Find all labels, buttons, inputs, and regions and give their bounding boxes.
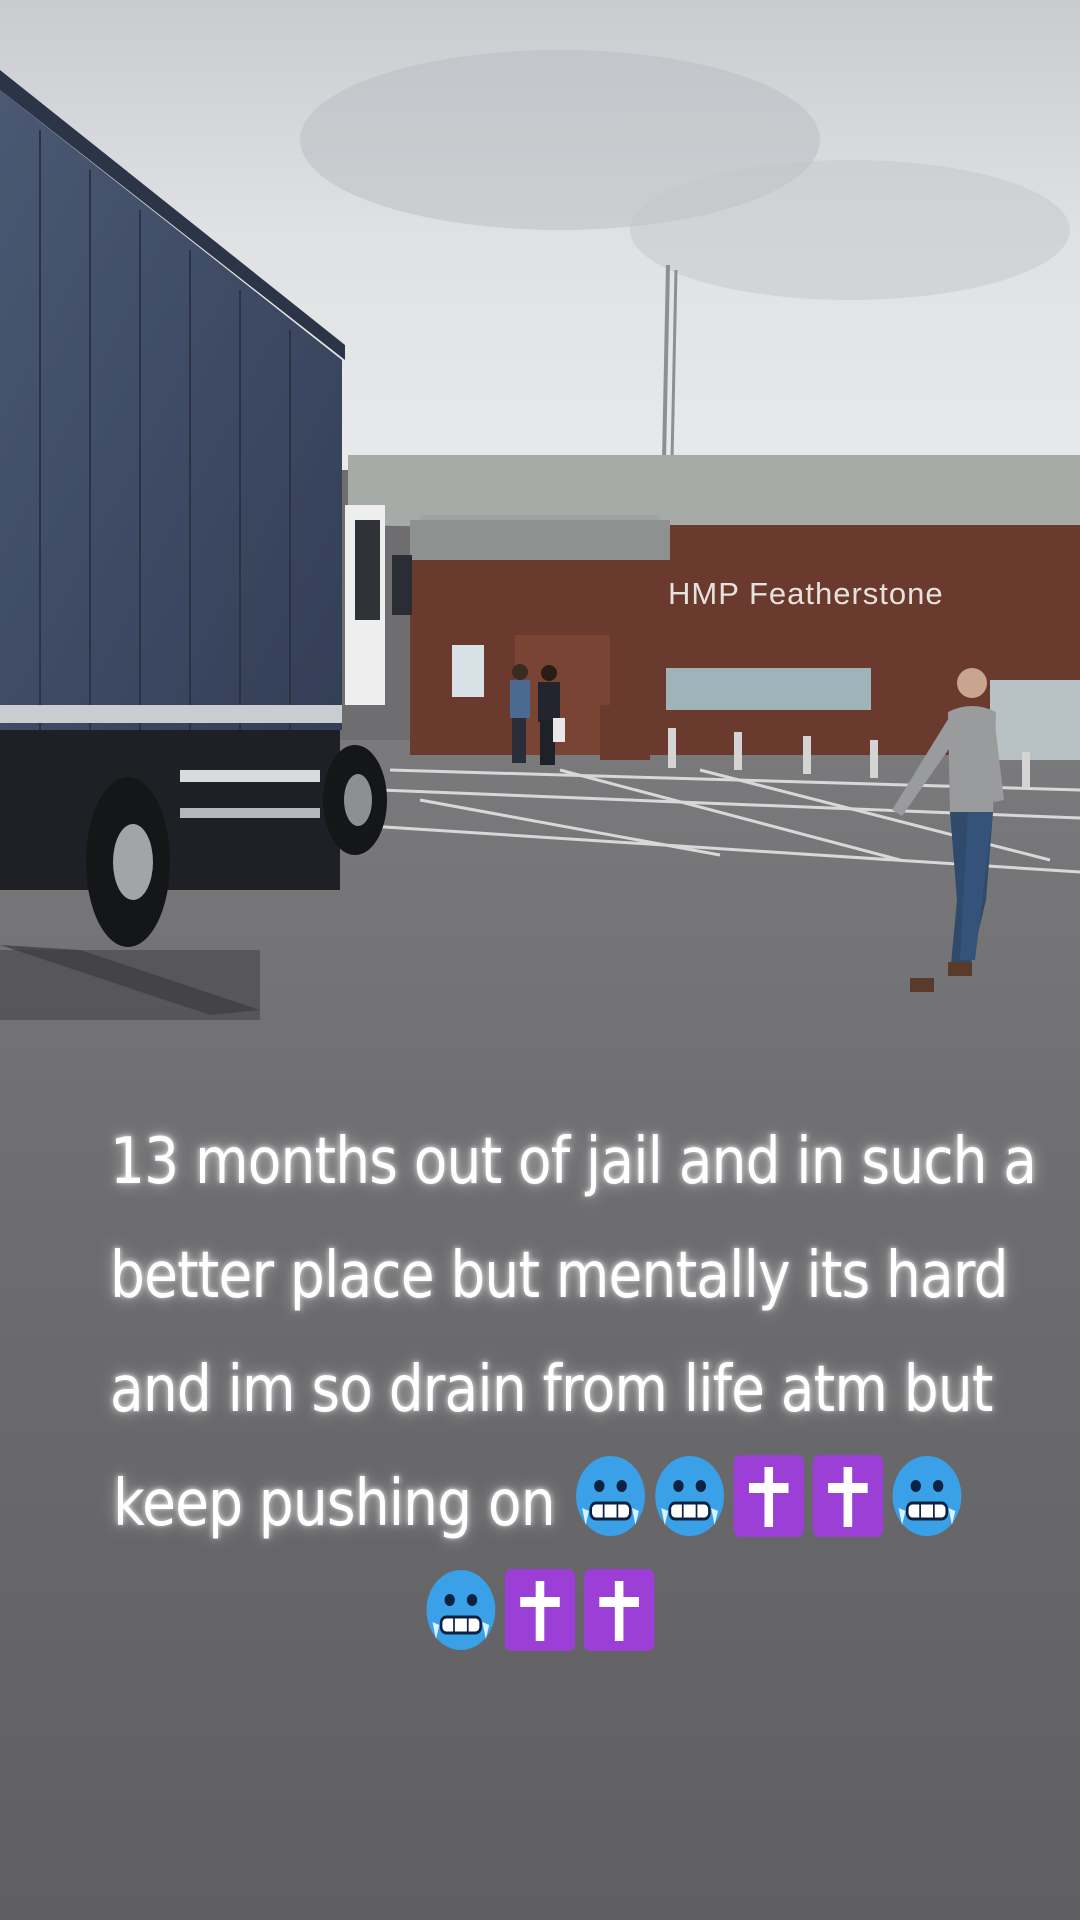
front-wheel xyxy=(323,745,387,855)
caption-line-4-text: keep pushing on xyxy=(113,1467,556,1541)
latin-cross-icon xyxy=(732,1453,806,1539)
prison-sign: HMP Featherstone xyxy=(668,576,944,611)
glass-entrance xyxy=(990,680,1080,760)
cold-face-icon xyxy=(574,1453,648,1539)
cold-face-icon xyxy=(424,1567,498,1653)
cold-face-icon xyxy=(890,1453,964,1539)
side-mirror xyxy=(392,555,412,615)
latin-cross-icon xyxy=(811,1453,885,1539)
caption-line-2: better place but mentally its hard xyxy=(110,1239,1009,1313)
cab-window xyxy=(355,520,380,620)
caption-line-1: 13 months out of jail and in such a xyxy=(110,1125,1037,1199)
latin-cross-icon xyxy=(582,1567,656,1653)
caption-line-3: and im so drain from life atm but xyxy=(110,1353,993,1427)
caption-emoji-line xyxy=(110,1561,970,1675)
rear-wheel xyxy=(86,777,170,947)
story-caption: 13 months out of jail and in such a bett… xyxy=(110,1105,1037,1675)
latin-cross-icon xyxy=(503,1567,577,1653)
caption-line-4: keep pushing on xyxy=(110,1447,970,1561)
cloud xyxy=(630,160,1070,300)
notice-board xyxy=(452,645,484,697)
window-strip xyxy=(666,668,871,710)
cold-face-icon xyxy=(653,1453,727,1539)
